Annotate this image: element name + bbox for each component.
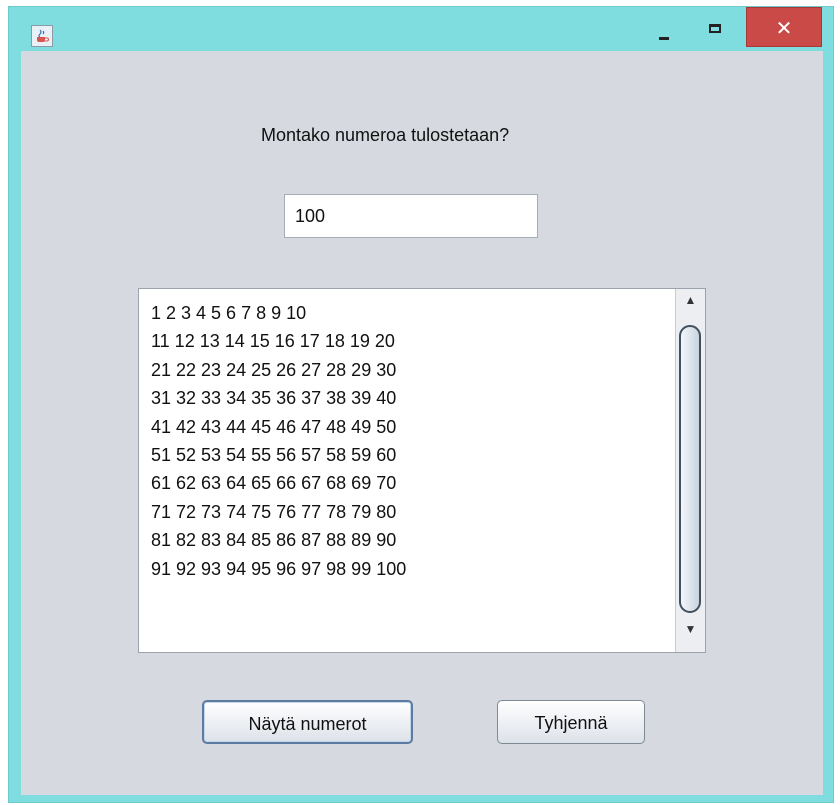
minimize-icon — [659, 37, 669, 40]
maximize-icon — [709, 24, 721, 33]
scroll-thumb[interactable] — [679, 325, 701, 613]
count-input[interactable] — [284, 194, 538, 238]
clear-button[interactable]: Tyhjennä — [497, 700, 645, 744]
prompt-label: Montako numeroa tulostetaan? — [261, 125, 510, 145]
show-numbers-button[interactable]: Näytä numerot — [202, 700, 413, 744]
close-button[interactable]: ✕ — [746, 7, 822, 47]
numbers-text: 1 2 3 4 5 6 7 8 9 10 11 12 13 14 15 16 1… — [151, 303, 407, 579]
java-cup-icon[interactable] — [31, 25, 53, 47]
scroll-up-icon[interactable]: ▲ — [676, 293, 705, 321]
close-icon: ✕ — [775, 16, 793, 40]
maximize-button[interactable] — [699, 15, 733, 45]
output-text-area[interactable]: 1 2 3 4 5 6 7 8 9 10 11 12 13 14 15 16 1… — [138, 288, 706, 653]
scroll-down-icon[interactable]: ▼ — [676, 622, 705, 650]
app-window: ✕ Montako numeroa tulostetaan? 1 2 3 4 5… — [8, 6, 834, 803]
title-bar[interactable]: ✕ — [9, 7, 833, 51]
minimize-button[interactable] — [649, 15, 679, 45]
content-pane: Montako numeroa tulostetaan? 1 2 3 4 5 6… — [21, 51, 823, 795]
vertical-scrollbar[interactable]: ▲ ▼ — [675, 289, 705, 652]
